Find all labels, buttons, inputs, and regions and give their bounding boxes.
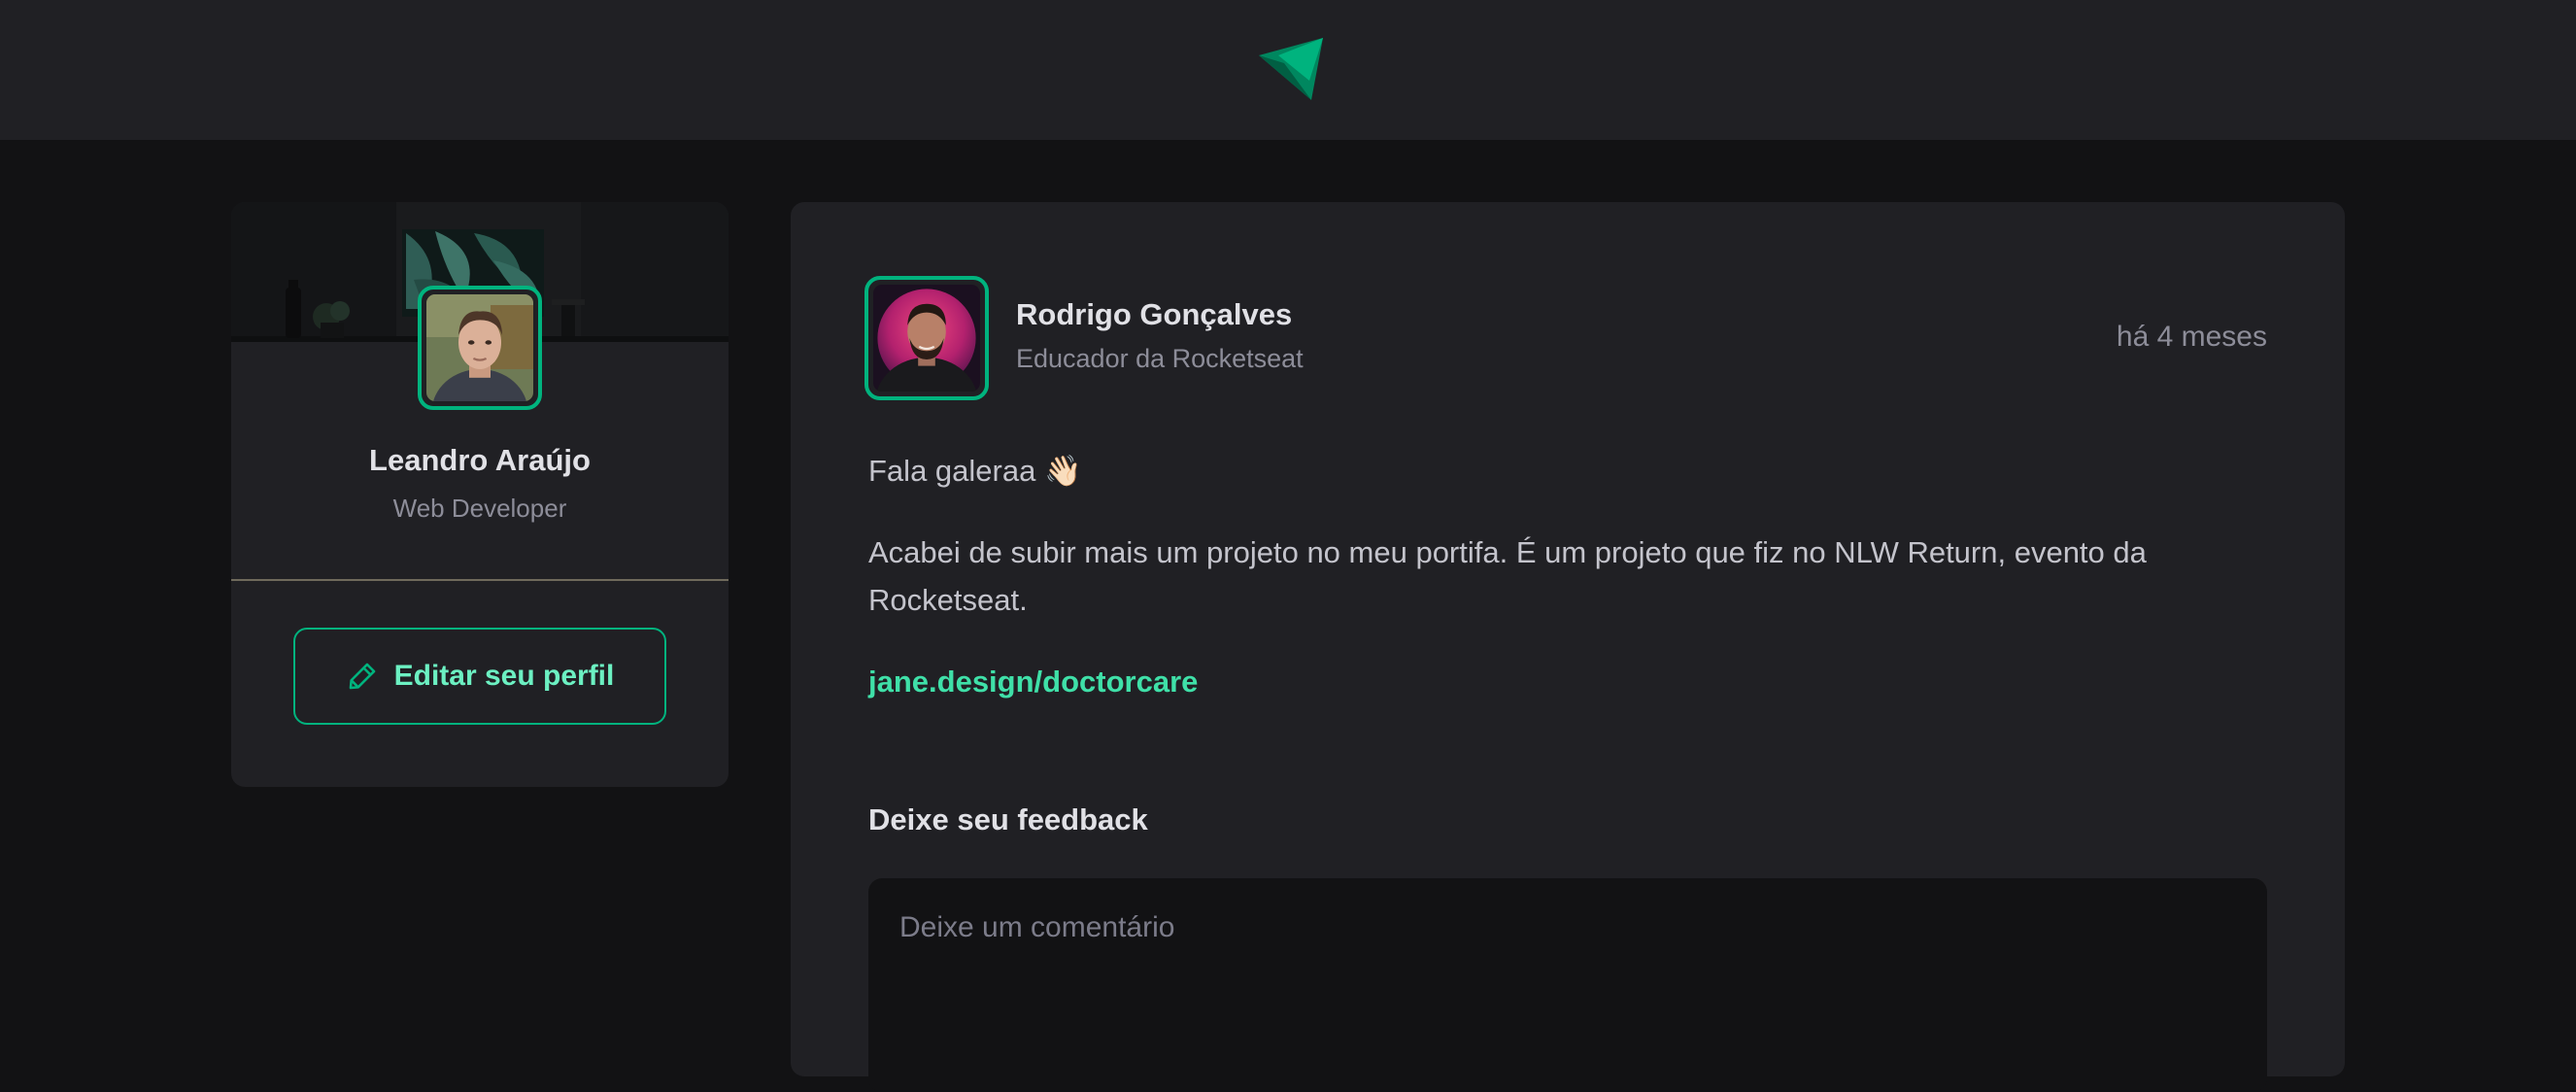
- ignite-feed-logo-icon[interactable]: [1255, 34, 1325, 104]
- profile-role: Web Developer: [392, 494, 567, 523]
- app-header: [0, 0, 2576, 140]
- profile-name: Leandro Araújo: [369, 443, 591, 477]
- post-link[interactable]: jane.design/doctorcare: [868, 658, 1198, 705]
- post-content: Fala galeraa 👋🏻 Acabei de subir mais um …: [868, 447, 2267, 705]
- post-timestamp: há 4 meses: [2116, 321, 2267, 353]
- author-photo-image: [873, 285, 980, 392]
- profile-sidebar: Leandro Araújo Web Developer Editar seu …: [231, 202, 729, 787]
- edit-profile-button[interactable]: Editar seu perfil: [293, 628, 666, 725]
- author-name[interactable]: Rodrigo Gonçalves: [1016, 297, 1292, 332]
- author-avatar[interactable]: [864, 276, 989, 400]
- post-paragraph: Acabei de subir mais um projeto no meu p…: [868, 535, 2147, 617]
- user-avatar[interactable]: [418, 286, 542, 410]
- sidebar-divider: [231, 579, 729, 581]
- post-card: Rodrigo Gonçalves Educador da Rocketseat…: [791, 202, 2345, 1092]
- author-role: Educador da Rocketseat: [1016, 344, 1304, 373]
- feedback-title: Deixe seu feedback: [868, 802, 1148, 836]
- post-greeting: Fala galeraa 👋🏻: [868, 454, 1082, 488]
- pencil-icon: [349, 663, 375, 690]
- user-photo-image: [426, 294, 533, 401]
- comment-input[interactable]: [868, 878, 2267, 1092]
- edit-profile-label: Editar seu perfil: [393, 660, 615, 692]
